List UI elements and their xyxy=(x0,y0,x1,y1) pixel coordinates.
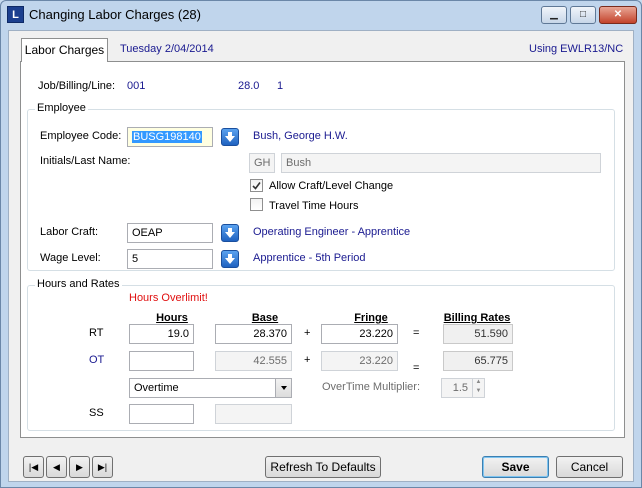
wage-lookup-button[interactable] xyxy=(221,250,239,268)
arrow-down-icon xyxy=(225,228,235,238)
app-icon: L xyxy=(7,6,24,23)
close-button[interactable]: ✕ xyxy=(599,6,637,24)
ss-label: SS xyxy=(89,407,104,419)
base-column-header: Base xyxy=(251,312,279,324)
ot-billing-rate: 65.775 xyxy=(443,351,513,371)
ot-base-field: 42.555 xyxy=(215,351,292,371)
rt-fringe-input[interactable]: 23.220 xyxy=(321,324,398,344)
title-bar[interactable]: L Changing Labor Charges (28) ▁ □ ✕ xyxy=(1,1,641,29)
tab-date: Tuesday 2/04/2014 xyxy=(120,43,214,55)
wage-level-description: Apprentice - 5th Period xyxy=(253,252,366,264)
hours-rates-group-label: Hours and Rates xyxy=(35,278,122,290)
ss-hours-input[interactable] xyxy=(129,404,194,424)
rt-plus-sign: + xyxy=(304,327,311,339)
ot-multiplier-spinner: 1.5 ▲ ▼ xyxy=(441,378,485,398)
allow-craft-label[interactable]: Allow Craft/Level Change xyxy=(269,180,393,192)
ot-type-value: Overtime xyxy=(134,382,179,394)
labor-craft-description: Operating Engineer - Apprentice xyxy=(253,226,411,238)
employee-group-label: Employee xyxy=(35,102,88,114)
craft-lookup-button[interactable] xyxy=(221,224,239,242)
employee-code-input[interactable]: BUSG198140 xyxy=(127,127,213,147)
dialog-client: Labor Charges Tuesday 2/04/2014 Using EW… xyxy=(8,30,634,482)
chevron-down-icon[interactable] xyxy=(275,379,291,397)
previous-record-button[interactable]: ◀ xyxy=(46,456,67,478)
employee-lookup-button[interactable] xyxy=(221,128,239,146)
arrow-down-icon xyxy=(225,254,235,264)
rt-hours-input[interactable]: 19.0 xyxy=(129,324,194,344)
wage-level-label: Wage Level: xyxy=(40,252,101,264)
save-button[interactable]: Save xyxy=(482,456,549,478)
billing-number: 28.0 xyxy=(238,80,260,92)
tab-labor-charges[interactable]: Labor Charges xyxy=(21,38,108,62)
last-name-field: Bush xyxy=(281,153,601,173)
labor-craft-label: Labor Craft: xyxy=(40,226,99,238)
job-label: Job/Billing/Line: xyxy=(38,80,116,92)
ot-plus-sign: + xyxy=(304,354,311,366)
dropdown-arrow-icon xyxy=(280,386,287,390)
ot-label: OT xyxy=(89,354,105,366)
last-record-button[interactable]: ▶| xyxy=(92,456,113,478)
wage-level-input[interactable]: 5 xyxy=(127,249,213,269)
hours-overlimit-warning: Hours Overlimit! xyxy=(129,292,208,304)
allow-craft-checkbox[interactable] xyxy=(250,179,263,192)
refresh-defaults-button[interactable]: Refresh To Defaults xyxy=(265,456,381,478)
maximize-button[interactable]: □ xyxy=(570,6,596,24)
arrow-down-icon xyxy=(225,132,235,142)
ot-multiplier-value: 1.5 xyxy=(452,382,468,394)
travel-time-checkbox[interactable] xyxy=(250,198,263,211)
checkmark-icon xyxy=(252,182,261,190)
first-record-button[interactable]: |◀ xyxy=(23,456,44,478)
labor-craft-input[interactable]: OEAP xyxy=(127,223,213,243)
next-record-button[interactable]: ▶ xyxy=(69,456,90,478)
employee-code-label: Employee Code: xyxy=(40,130,122,142)
minimize-button[interactable]: ▁ xyxy=(541,6,567,24)
ot-hours-input[interactable] xyxy=(129,351,194,371)
labor-charges-panel: Job/Billing/Line: 001 28.0 1 Employee Em… xyxy=(20,61,625,438)
fringe-column-header: Fringe xyxy=(354,312,388,324)
using-label: Using EWLR13/NC xyxy=(529,43,624,55)
window-title: Changing Labor Charges (28) xyxy=(29,7,201,22)
ot-type-select[interactable]: Overtime xyxy=(129,378,292,398)
rt-billing-rate: 51.590 xyxy=(443,324,513,344)
travel-time-label[interactable]: Travel Time Hours xyxy=(269,200,358,212)
initials-field: GH xyxy=(249,153,275,173)
initials-label: Initials/Last Name: xyxy=(40,155,131,167)
spinner-arrows-icon: ▲ ▼ xyxy=(472,379,484,397)
ss-base-field xyxy=(215,404,292,424)
rt-equals-sign: = xyxy=(413,327,420,339)
line-number: 1 xyxy=(277,80,284,92)
rt-label: RT xyxy=(89,327,104,339)
dialog-window: L Changing Labor Charges (28) ▁ □ ✕ Labo… xyxy=(0,0,642,488)
billing-rates-column-header: Billing Rates xyxy=(443,312,511,324)
rt-base-input[interactable]: 28.370 xyxy=(215,324,292,344)
ot-equals-sign: = xyxy=(413,362,420,374)
employee-name: Bush, George H.W. xyxy=(253,130,348,142)
ot-fringe-field: 23.220 xyxy=(321,351,398,371)
cancel-button[interactable]: Cancel xyxy=(556,456,623,478)
ot-multiplier-label: OverTime Multiplier: xyxy=(322,381,420,393)
hours-column-header: Hours xyxy=(156,312,188,324)
job-number: 001 xyxy=(127,80,146,92)
